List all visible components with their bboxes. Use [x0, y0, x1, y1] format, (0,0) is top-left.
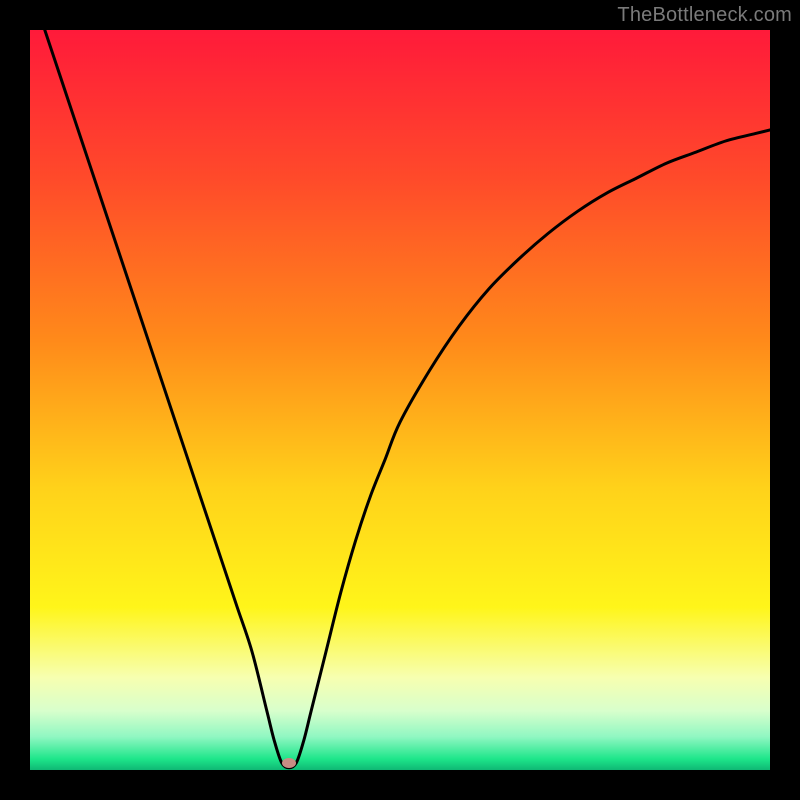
chart-frame: TheBottleneck.com	[0, 0, 800, 800]
plot-area	[30, 30, 770, 770]
watermark-label: TheBottleneck.com	[617, 4, 792, 27]
background-gradient	[30, 30, 770, 770]
